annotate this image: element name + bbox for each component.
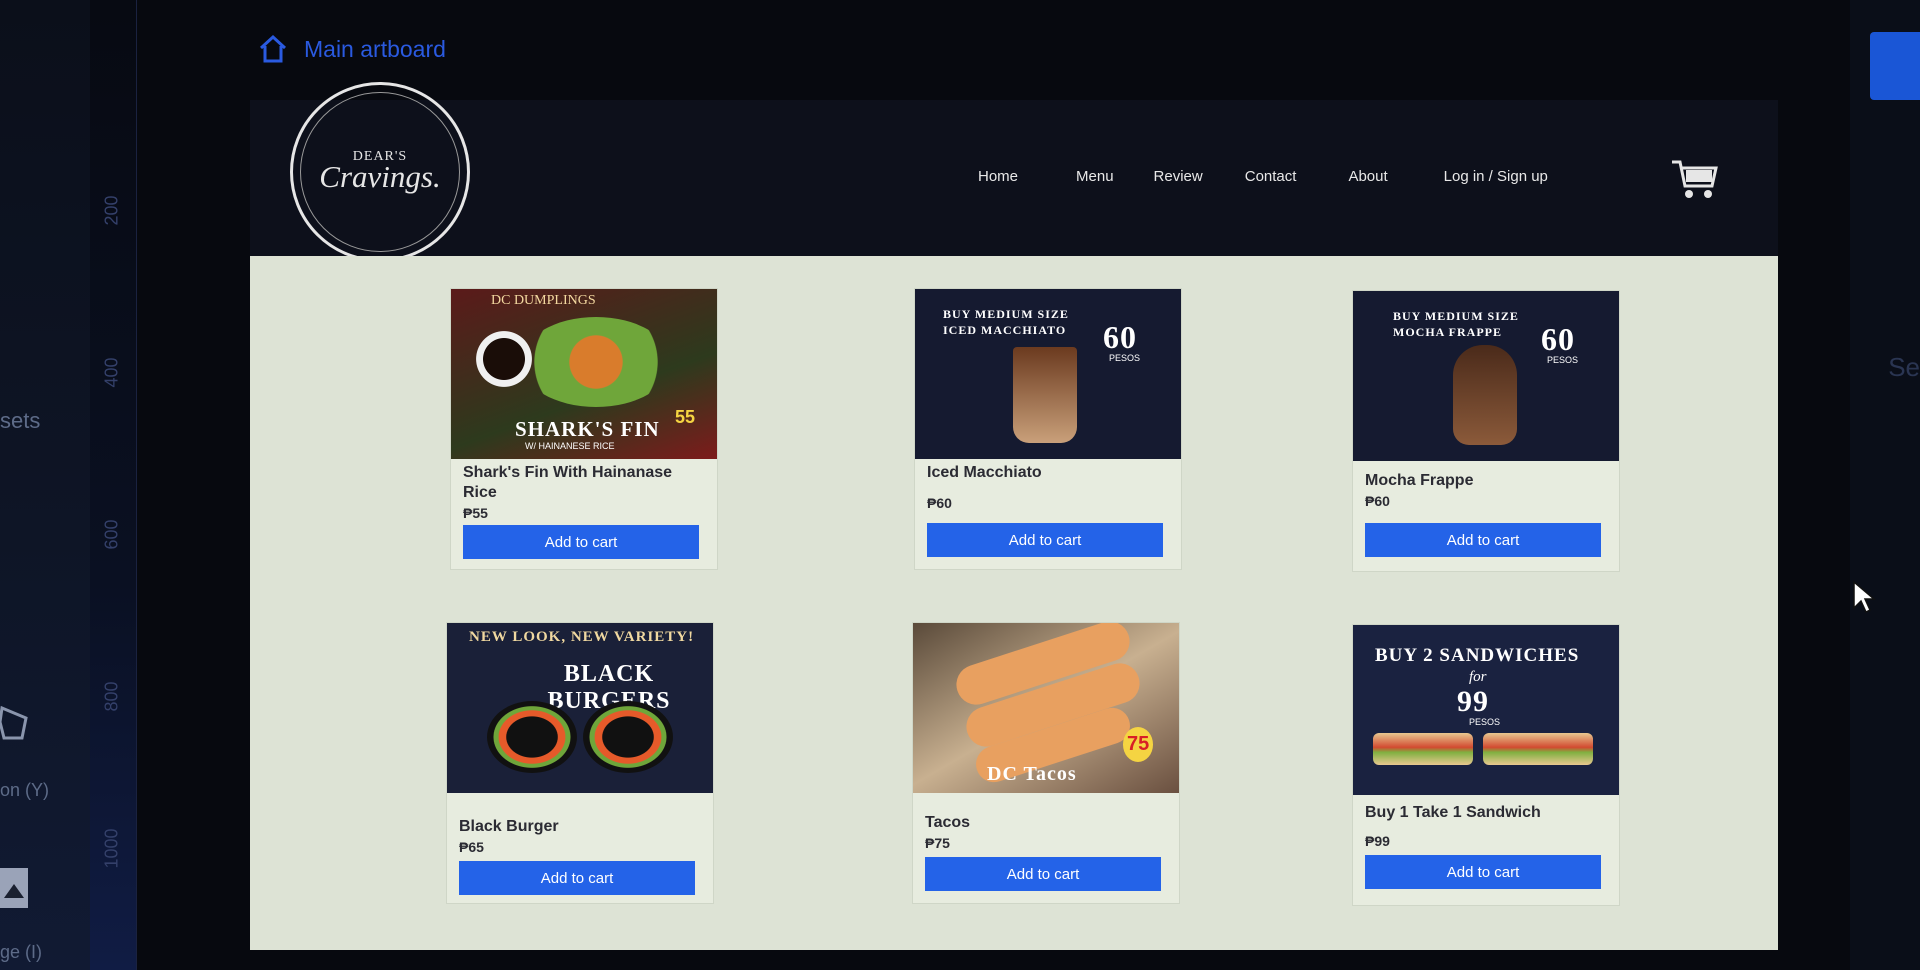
image-headline: MOCHA FRAPPE: [1393, 325, 1502, 339]
product-image: BUY MEDIUM SIZE ICED MACCHIATO 60 PESOS: [915, 289, 1181, 459]
image-price-tag: 75: [1123, 727, 1154, 762]
site-logo[interactable]: DEAR'S Cravings.: [290, 82, 470, 262]
image-unit: PESOS: [1547, 355, 1579, 365]
product-card: BUY MEDIUM SIZE ICED MACCHIATO 60 PESOS …: [914, 288, 1182, 570]
image-brand-text: DC DUMPLINGS: [491, 293, 596, 308]
image-top-text: BUY MEDIUM SIZE: [1393, 309, 1519, 323]
sandwich-shape: [1373, 733, 1473, 765]
image-tool-icon[interactable]: [0, 868, 30, 908]
add-to-cart-button[interactable]: Add to cart: [925, 857, 1161, 891]
artboard: DEAR'S Cravings. Home Menu Review Contac…: [250, 82, 1778, 950]
product-card: BUY 2 SANDWICHES for 99 PESOS Buy 1 Take…: [1352, 624, 1620, 906]
polygon-tool-label: on (Y): [0, 780, 50, 800]
sauce-bowl-shape: [469, 329, 539, 389]
image-big-price: 60: [1103, 319, 1137, 355]
nav-link-login-signup[interactable]: Log in / Sign up: [1444, 168, 1548, 185]
product-price: ₱55: [463, 505, 488, 521]
ruler-tick: 1000: [101, 828, 122, 869]
image-headline: SHARK'S FIN: [515, 417, 660, 441]
nav-link-contact[interactable]: Contact: [1245, 168, 1297, 185]
product-name: Tacos: [925, 814, 971, 831]
nav-link-menu[interactable]: Menu: [1076, 168, 1114, 185]
editor-left-panel: sets on (Y) ge (I): [0, 0, 90, 970]
main-nav: Home Menu Review Contact About Log in / …: [978, 168, 1548, 185]
product-image: BUY MEDIUM SIZE MOCHA FRAPPE 60 PESOS: [1353, 291, 1619, 461]
image-top-text: BUY MEDIUM SIZE: [943, 307, 1069, 321]
nav-link-review[interactable]: Review: [1154, 168, 1203, 185]
image-mid-text: for: [1469, 669, 1487, 685]
product-price: ₱75: [925, 835, 950, 851]
ruler-tick: 600: [101, 519, 122, 550]
food-plate-shape: [521, 317, 671, 407]
product-image: DC Tacos 75: [913, 623, 1179, 793]
product-name: Iced Macchiato: [927, 464, 1042, 481]
image-price-tag: 55: [675, 407, 696, 427]
product-card: DC Tacos 75 Tacos ₱75 Add to cart: [912, 622, 1180, 904]
nav-link-about[interactable]: About: [1348, 168, 1387, 185]
logo-ring: [300, 92, 460, 252]
product-image: DC DUMPLINGS SHARK'S FIN W/ HAINANESE RI…: [451, 289, 717, 459]
home-icon: [259, 34, 287, 63]
image-unit: PESOS: [1109, 353, 1141, 363]
assets-label[interactable]: sets: [0, 408, 40, 434]
image-subtext: W/ HAINANESE RICE: [525, 441, 615, 451]
add-to-cart-button[interactable]: Add to cart: [1365, 855, 1601, 889]
ruler-tick: 800: [101, 681, 122, 712]
nav-link-home[interactable]: Home: [978, 168, 1018, 185]
product-grid: DC DUMPLINGS SHARK'S FIN W/ HAINANESE RI…: [250, 256, 1778, 950]
add-to-cart-button[interactable]: Add to cart: [1365, 523, 1601, 557]
artboard-label[interactable]: Main artboard: [258, 34, 446, 64]
product-card: DC DUMPLINGS SHARK'S FIN W/ HAINANESE RI…: [450, 288, 718, 570]
drink-cup-shape: [1453, 345, 1517, 445]
ruler-tick: 200: [101, 195, 122, 226]
product-price: ₱65: [459, 839, 484, 855]
image-tool-label: ge (I): [0, 942, 43, 962]
burger-shape: [583, 701, 673, 773]
product-price: ₱60: [927, 495, 952, 511]
product-name: Buy 1 Take 1 Sandwich: [1365, 804, 1541, 821]
product-image: BUY 2 SANDWICHES for 99 PESOS: [1353, 625, 1619, 795]
image-headline: DC Tacos: [987, 763, 1077, 785]
vertical-ruler: 200 400 600 800 1000: [90, 0, 137, 970]
product-name: Shark's Fin With Hainanase Rice: [463, 464, 673, 501]
ruler-tick: 400: [101, 357, 122, 388]
add-to-cart-button[interactable]: Add to cart: [459, 861, 695, 895]
editor-right-panel: Se: [1850, 0, 1920, 970]
site-header: DEAR'S Cravings. Home Menu Review Contac…: [250, 82, 1778, 262]
product-name: Mocha Frappe: [1365, 472, 1474, 489]
image-big-price: 60: [1541, 321, 1575, 357]
product-image: NEW LOOK, NEW VARIETY! BLACK BURGERS: [447, 623, 713, 793]
burger-shape: [487, 701, 577, 773]
artboard-title: Main artboard: [304, 35, 446, 62]
sandwich-shape: [1483, 733, 1593, 765]
image-top-text: BUY 2 SANDWICHES: [1375, 645, 1580, 666]
product-name: Black Burger: [459, 818, 559, 835]
image-top-text: NEW LOOK, NEW VARIETY!: [469, 629, 695, 645]
add-to-cart-button[interactable]: Add to cart: [463, 525, 699, 559]
cart-icon[interactable]: [1670, 156, 1720, 202]
share-button[interactable]: [1870, 32, 1920, 100]
product-price: ₱60: [1365, 493, 1390, 509]
image-headline: ICED MACCHIATO: [943, 323, 1067, 337]
add-to-cart-button[interactable]: Add to cart: [927, 523, 1163, 557]
image-big-price: 99: [1457, 685, 1489, 718]
right-panel-label: Se: [1888, 352, 1920, 382]
polygon-tool-icon[interactable]: [0, 700, 32, 740]
image-unit: PESOS: [1469, 717, 1501, 727]
product-price: ₱99: [1365, 833, 1390, 849]
drink-cup-shape: [1013, 347, 1077, 443]
mouse-cursor-icon: [1853, 580, 1876, 614]
product-card: BUY MEDIUM SIZE MOCHA FRAPPE 60 PESOS Mo…: [1352, 290, 1620, 572]
product-card: NEW LOOK, NEW VARIETY! BLACK BURGERS Bla…: [446, 622, 714, 904]
